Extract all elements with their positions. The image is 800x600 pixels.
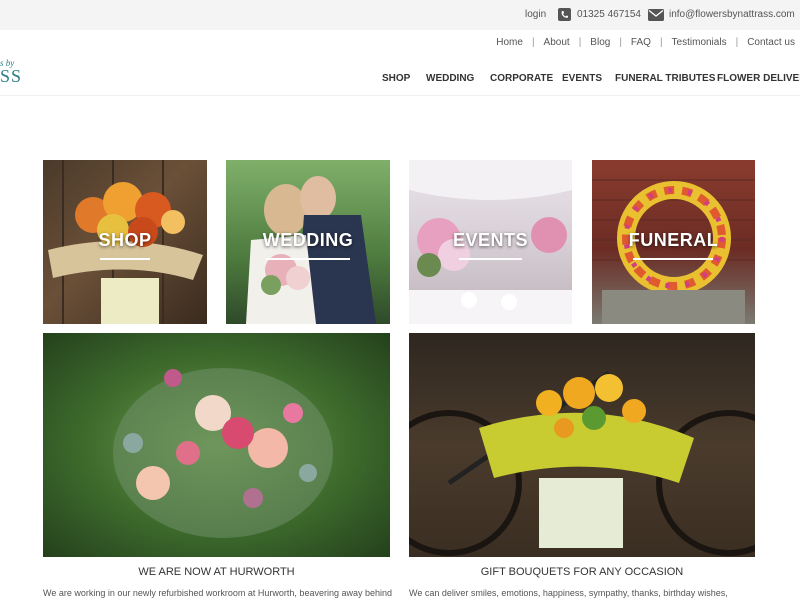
nav-contact[interactable]: Contact us xyxy=(747,37,795,48)
logo[interactable]: SS xyxy=(0,66,22,87)
hurworth-title: WE ARE NOW AT HURWORTH xyxy=(138,566,295,578)
tile-underline xyxy=(633,258,713,260)
tile-funeral-caption: FUNERAL xyxy=(628,230,719,250)
nav-testimonials[interactable]: Testimonials xyxy=(672,37,727,48)
separator: | xyxy=(735,37,739,48)
main-nav-wedding[interactable]: WEDDING xyxy=(426,73,474,84)
tile-events[interactable]: EVENTS xyxy=(409,160,572,324)
separator: | xyxy=(619,37,622,48)
hurworth-bouquet-image[interactable] xyxy=(43,333,390,557)
tile-shop[interactable]: SHOP xyxy=(43,160,207,324)
separator: | xyxy=(531,37,535,48)
login-link[interactable]: login xyxy=(525,0,546,30)
header-divider xyxy=(0,95,800,96)
mail-icon xyxy=(648,9,664,21)
phone-number[interactable]: 01325 467154 xyxy=(577,0,641,30)
tile-funeral[interactable]: FUNERAL xyxy=(592,160,755,324)
tile-underline xyxy=(100,258,150,260)
hurworth-text: We are working in our newly refurbished … xyxy=(43,588,393,598)
nav-faq[interactable]: FAQ xyxy=(631,37,651,48)
bicycle-bouquet-illustration xyxy=(409,370,755,556)
tile-underline xyxy=(266,258,350,260)
tile-underline xyxy=(459,258,522,260)
secondary-nav: Home | About | Blog | FAQ | Testimonials | Contact… xyxy=(496,37,795,48)
nav-about[interactable]: About xyxy=(544,37,570,48)
separator: | xyxy=(578,37,582,48)
tile-events-caption: EVENTS xyxy=(452,230,529,250)
tile-shop-caption: SHOP xyxy=(98,230,152,250)
top-utility-bar: login 01325 467154 info@flowersbynattras… xyxy=(0,0,800,30)
main-nav-events[interactable]: EVENTS xyxy=(562,73,602,84)
main-nav-flower-delivery[interactable]: FLOWER DELIVERY xyxy=(717,73,800,84)
gift-bouquet-image[interactable] xyxy=(409,333,755,557)
tile-wedding[interactable]: WEDDING xyxy=(226,160,390,324)
nav-blog[interactable]: Blog xyxy=(590,37,610,48)
email-link[interactable]: info@flowersbynattrass.com xyxy=(669,0,795,30)
separator: | xyxy=(659,37,663,48)
tile-wedding-caption: WEDDING xyxy=(262,230,354,250)
main-nav-shop[interactable]: SHOP xyxy=(382,73,410,84)
nav-home[interactable]: Home xyxy=(496,37,523,48)
gift-bouquets-text: We can deliver smiles, emotions, happine… xyxy=(409,588,728,598)
bouquet-illustration xyxy=(113,368,333,538)
main-nav-corporate[interactable]: CORPORATE xyxy=(490,73,553,84)
main-nav-funeral-tributes[interactable]: FUNERAL TRIBUTES xyxy=(615,73,715,84)
gift-bouquets-title: GIFT BOUQUETS FOR ANY OCCASION xyxy=(480,566,684,578)
phone-icon xyxy=(558,8,571,21)
